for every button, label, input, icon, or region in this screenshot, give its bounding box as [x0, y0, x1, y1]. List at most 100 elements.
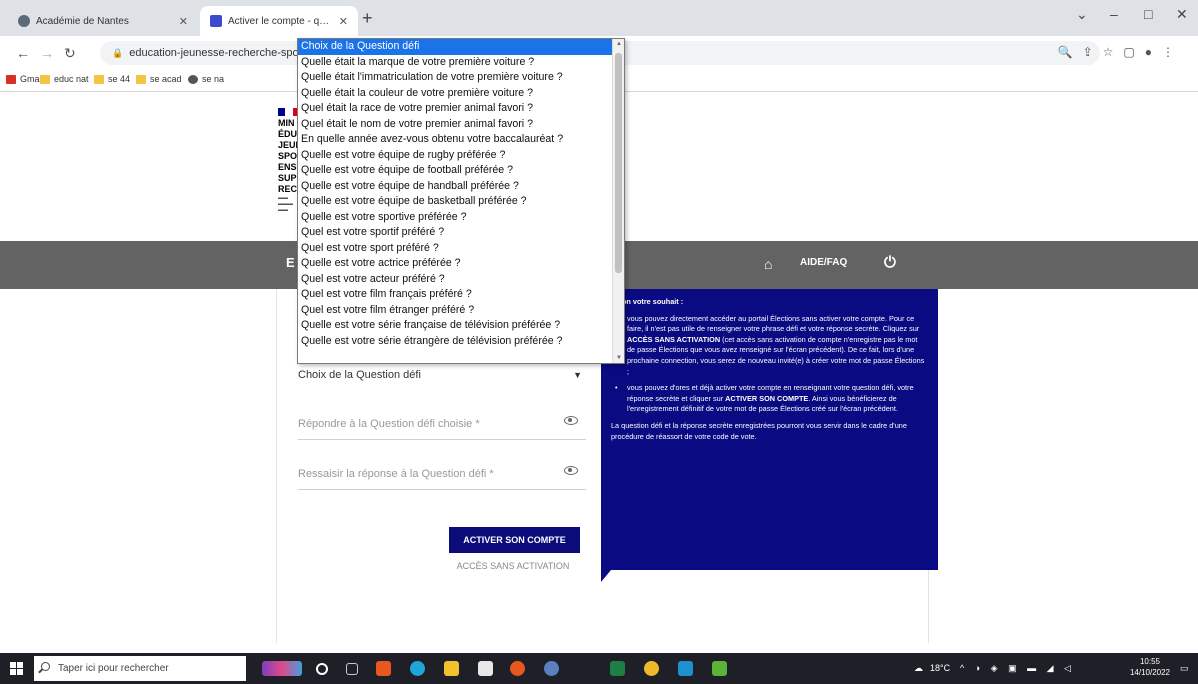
- dropdown-option[interactable]: Quelle est votre équipe de rugby préféré…: [298, 148, 624, 164]
- dropdown-option[interactable]: Quelle est votre série française de télé…: [298, 318, 624, 334]
- eye-icon[interactable]: [564, 416, 578, 425]
- scrollbar-thumb[interactable]: [615, 53, 622, 273]
- reload-icon[interactable]: ↻: [64, 45, 76, 62]
- maximize-icon[interactable]: □: [1144, 6, 1152, 22]
- bookmark-se-na[interactable]: se na: [188, 74, 224, 84]
- question-dropdown-list[interactable]: Choix de la Question défi Quelle était l…: [297, 38, 625, 364]
- forward-icon[interactable]: →: [40, 45, 54, 61]
- dropdown-option[interactable]: En quelle année avez-vous obtenu votre b…: [298, 132, 624, 148]
- lock-icon: 🔒: [112, 48, 124, 58]
- news-widget-icon[interactable]: [262, 661, 302, 676]
- folder-icon: [94, 74, 104, 84]
- folder-icon: [40, 74, 50, 84]
- aide-faq-link[interactable]: AIDE/FAQ: [800, 257, 847, 268]
- dropdown-option[interactable]: Quelle était la marque de votre première…: [298, 55, 624, 71]
- dropdown-option[interactable]: Choix de la Question défi: [298, 39, 624, 55]
- minimize-icon[interactable]: –: [1110, 6, 1118, 22]
- info-list: vous pouvez directement accéder au porta…: [615, 314, 926, 415]
- dropdown-option[interactable]: Quelle est votre équipe de handball préf…: [298, 179, 624, 195]
- url-text: education-jeunesse-recherche-sports: [129, 47, 311, 59]
- bookmark-se44[interactable]: se 44: [94, 74, 130, 84]
- tab-activer-compte[interactable]: Activer le compte - question dé ✕: [200, 6, 358, 36]
- mail-icon[interactable]: [678, 661, 693, 676]
- globe-icon: [188, 74, 198, 84]
- dropdown-option[interactable]: Quelle est votre actrice préférée ?: [298, 256, 624, 272]
- dropdown-option[interactable]: Quel est votre film français préféré ?: [298, 287, 624, 303]
- globe-icon: [18, 15, 30, 27]
- dropdown-option[interactable]: Quel est votre film étranger préféré ?: [298, 303, 624, 319]
- scroll-up-icon[interactable]: ▲: [613, 41, 625, 47]
- access-without-activation-link[interactable]: ACCÈS SANS ACTIVATION: [443, 561, 583, 571]
- file-explorer-icon[interactable]: [444, 661, 459, 676]
- notification-icon[interactable]: ▭: [1180, 663, 1189, 674]
- bookmark-educ-nat[interactable]: educ nat: [40, 74, 89, 84]
- gmail-icon: [6, 74, 16, 84]
- question-select-value: Choix de la Question défi: [298, 369, 421, 381]
- dropdown-option[interactable]: Quelle était la couleur de votre premièr…: [298, 86, 624, 102]
- system-tray-icons[interactable]: ^ ◑ ◈ ▣ ▬ ◢ ◁: [960, 663, 1075, 674]
- info-heading: Selon votre souhait :: [611, 297, 684, 306]
- eye-icon[interactable]: [564, 466, 578, 475]
- tab-search-icon[interactable]: ⌄: [1076, 6, 1088, 23]
- dropdown-option[interactable]: Quel est votre sportif préféré ?: [298, 225, 624, 241]
- address-bar-actions[interactable]: 🔍⇪☆▢●⋮: [1058, 45, 1184, 59]
- office-icon[interactable]: [376, 661, 391, 676]
- bookmark-se-acad[interactable]: se acad: [136, 74, 182, 84]
- sidepanel-icon[interactable]: ▢: [1123, 45, 1144, 59]
- edge-icon[interactable]: [410, 661, 425, 676]
- answer-field[interactable]: Répondre à la Question défi choisie *: [298, 410, 586, 440]
- answer-placeholder: Répondre à la Question défi choisie *: [298, 418, 480, 430]
- dropdown-option[interactable]: Quelle était l'immatriculation de votre …: [298, 70, 624, 86]
- windows-start-icon[interactable]: [10, 662, 23, 675]
- taskbar-search[interactable]: Taper ici pour rechercher: [34, 656, 246, 681]
- dropdown-option[interactable]: Quel est votre sport préféré ?: [298, 241, 624, 257]
- weather-text[interactable]: 18°C: [930, 663, 950, 673]
- task-view-icon[interactable]: [346, 663, 358, 675]
- store-icon[interactable]: [478, 661, 493, 676]
- confirm-answer-field[interactable]: Ressaisir la réponse à la Question défi …: [298, 460, 586, 490]
- avatar[interactable]: ●: [1145, 45, 1162, 59]
- share-icon[interactable]: ⇪: [1083, 45, 1103, 59]
- firefox-icon[interactable]: [510, 661, 525, 676]
- dropdown-option[interactable]: Quelle est votre équipe de basketball pr…: [298, 194, 624, 210]
- dropdown-option[interactable]: Quelle est votre série étrangère de télé…: [298, 334, 624, 350]
- search-icon: [41, 662, 50, 671]
- chrome-icon[interactable]: [644, 661, 659, 676]
- dropdown-arrow-icon: ▼: [573, 370, 582, 380]
- dropdown-option[interactable]: Quelle est votre équipe de football préf…: [298, 163, 624, 179]
- power-icon[interactable]: ⏻: [884, 254, 896, 271]
- dropdown-option[interactable]: Quel est votre acteur préféré ?: [298, 272, 624, 288]
- star-icon[interactable]: ☆: [1103, 45, 1124, 59]
- app-icon[interactable]: [544, 661, 559, 676]
- scroll-down-icon[interactable]: ▼: [613, 355, 625, 361]
- menu-dots-icon[interactable]: ⋮: [1162, 45, 1184, 59]
- close-window-icon[interactable]: ✕: [1176, 6, 1188, 23]
- app-green-icon[interactable]: [712, 661, 727, 676]
- question-select[interactable]: Choix de la Question défi ▼: [298, 369, 586, 393]
- dropdown-option[interactable]: Quelle est votre sportive préférée ?: [298, 210, 624, 226]
- dropdown-scrollbar[interactable]: ▲ ▼: [612, 39, 624, 363]
- info-item: vous pouvez directement accéder au porta…: [615, 314, 926, 378]
- dropdown-option[interactable]: Quel était le nom de votre premier anima…: [298, 117, 624, 133]
- tab-academie[interactable]: Académie de Nantes ✕: [8, 6, 198, 36]
- bookmark-gmail[interactable]: Gmail: [6, 74, 44, 84]
- excel-icon[interactable]: [610, 661, 625, 676]
- site-title: E: [286, 255, 295, 270]
- clock-date: 14/10/2022: [1129, 668, 1170, 677]
- zoom-icon[interactable]: 🔍: [1058, 45, 1083, 59]
- tab-title: Activer le compte - question dé: [228, 15, 333, 27]
- dropdown-option[interactable]: Quel était la race de votre premier anim…: [298, 101, 624, 117]
- tab-title: Académie de Nantes: [36, 15, 129, 27]
- activate-account-button[interactable]: ACTIVER SON COMPTE: [449, 527, 580, 553]
- taskbar-search-placeholder: Taper ici pour rechercher: [58, 663, 169, 674]
- close-tab-icon[interactable]: ✕: [179, 15, 188, 28]
- home-icon[interactable]: ⌂: [764, 256, 772, 272]
- site-favicon-icon: [210, 15, 222, 27]
- close-tab-icon[interactable]: ✕: [339, 15, 348, 28]
- back-icon[interactable]: ←: [16, 45, 30, 61]
- system-clock[interactable]: 10:55 14/10/2022: [1130, 656, 1170, 678]
- confirm-placeholder: Ressaisir la réponse à la Question défi …: [298, 468, 494, 480]
- cortana-icon[interactable]: [316, 663, 328, 675]
- weather-icon[interactable]: ☁: [914, 663, 923, 674]
- new-tab-icon[interactable]: +: [362, 8, 373, 29]
